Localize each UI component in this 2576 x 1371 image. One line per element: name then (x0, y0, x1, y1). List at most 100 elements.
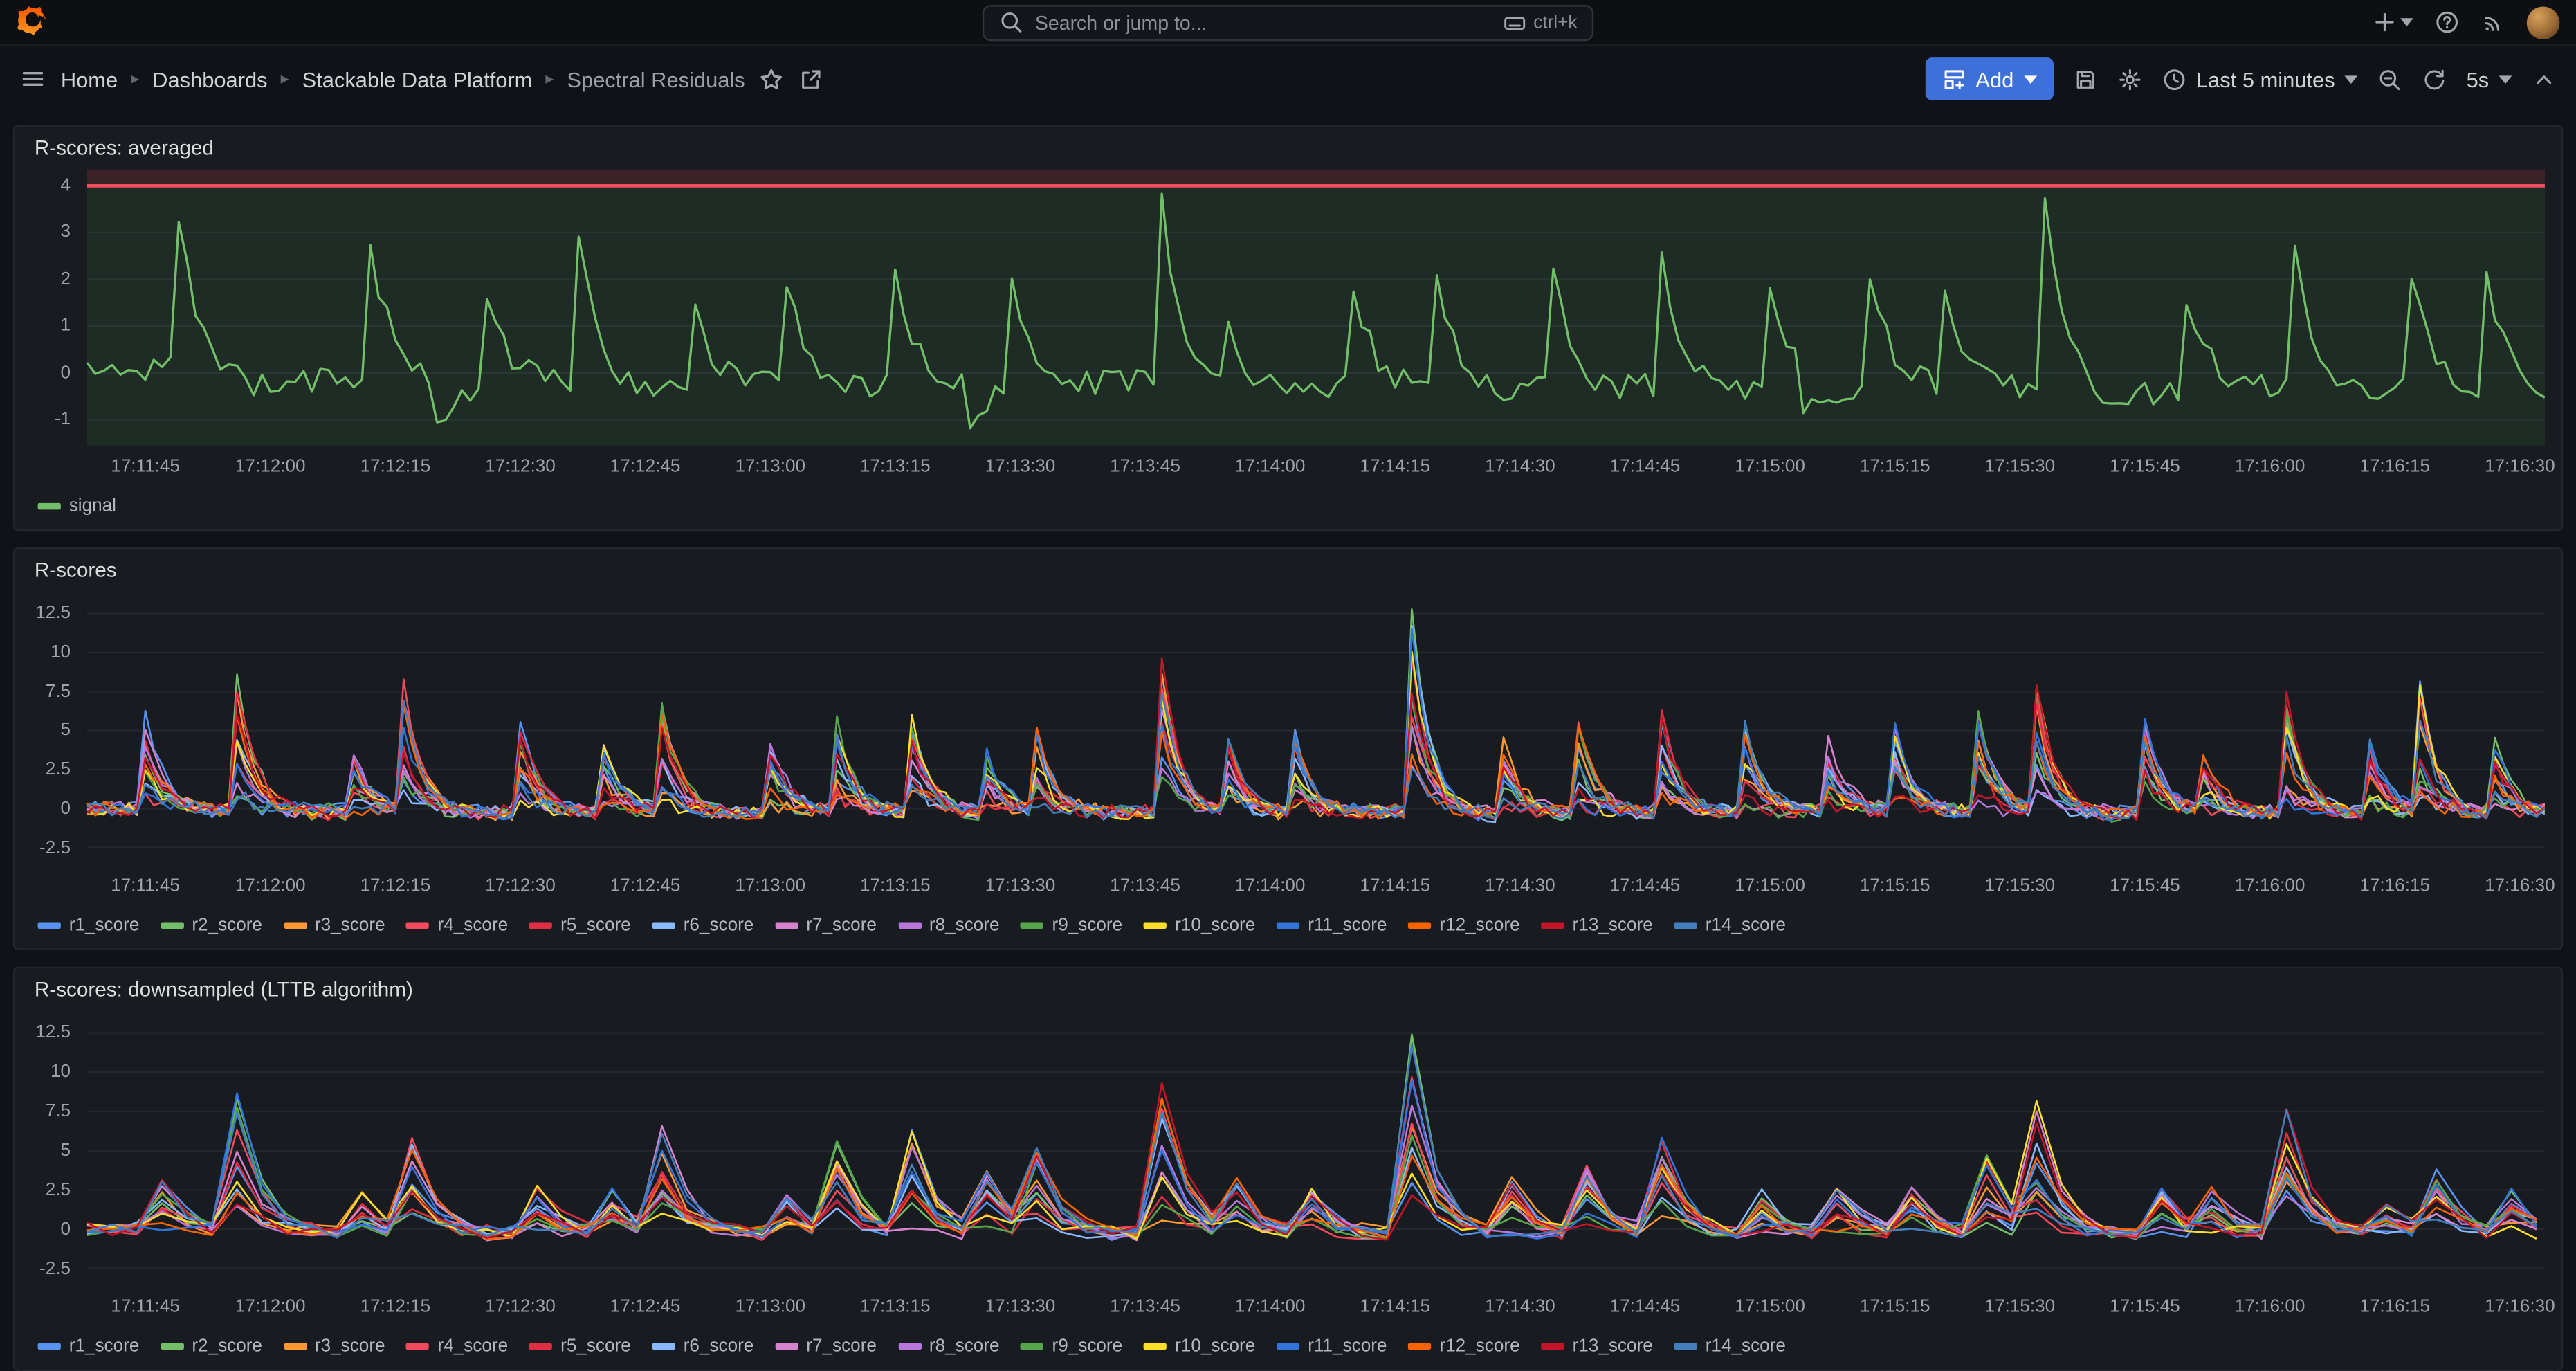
legend-item-r7_score[interactable]: r7_score (775, 1336, 877, 1356)
legend-item-r11_score[interactable]: r11_score (1277, 916, 1387, 936)
y-tick-label: 4 (61, 176, 71, 196)
x-tick-label: 17:13:15 (860, 1297, 931, 1317)
search-placeholder: Search or jump to... (1035, 10, 1492, 33)
x-tick-label: 17:15:45 (2110, 1297, 2180, 1317)
legend-item-r4_score[interactable]: r4_score (406, 1336, 508, 1356)
refresh-button[interactable] (2422, 66, 2447, 91)
save-dashboard-button[interactable] (2073, 66, 2098, 91)
legend-item-r1_score[interactable]: r1_score (38, 1336, 140, 1356)
panel-title[interactable]: R-scores (35, 559, 2545, 582)
legend-item-r14_score[interactable]: r14_score (1674, 916, 1786, 936)
legend-item-r4_score[interactable]: r4_score (406, 916, 508, 936)
dashboard-settings-button[interactable] (2117, 66, 2142, 91)
y-tick-label: 5 (61, 1141, 71, 1161)
legend-item-r10_score[interactable]: r10_score (1144, 1336, 1255, 1356)
mega-menu-button[interactable] (19, 66, 46, 92)
legend-item-r12_score[interactable]: r12_score (1408, 1336, 1519, 1356)
legend-item-r13_score[interactable]: r13_score (1541, 1336, 1652, 1356)
chart-legend: r1_score r2_score r3_score r4_score r5_score… (28, 906, 2545, 945)
dashboard-toolbar: Home ▸ Dashboards ▸ Stackable Data Platf… (0, 46, 2576, 112)
legend-swatch (775, 923, 798, 929)
chart-canvas[interactable]: 12.5107.552.50-2.5 (87, 1011, 2545, 1286)
legend-item-r5_score[interactable]: r5_score (529, 1336, 631, 1356)
panel-title[interactable]: R-scores: averaged (35, 136, 2545, 159)
chart-canvas[interactable]: 12.5107.552.50-2.5 (87, 592, 2545, 864)
legend-label: r7_score (806, 1336, 877, 1356)
legend-swatch (38, 923, 61, 929)
legend-swatch (1277, 923, 1299, 929)
x-tick-label: 17:16:15 (2359, 457, 2430, 477)
legend-item-r11_score[interactable]: r11_score (1277, 1336, 1387, 1356)
legend-label: signal (69, 496, 116, 516)
panel-title[interactable]: R-scores: downsampled (LTTB algorithm) (35, 978, 2545, 1001)
y-tick-label: 0 (61, 1219, 71, 1240)
zoom-out-icon (2377, 66, 2402, 91)
legend-swatch (161, 1343, 183, 1350)
legend-swatch (38, 503, 61, 510)
zoom-out-button[interactable] (2377, 66, 2402, 91)
x-tick-label: 17:15:15 (1860, 457, 1930, 477)
x-axis-labels: 17:11:4517:12:0017:12:1517:12:3017:12:45… (87, 454, 2545, 487)
chevron-down-icon (2400, 18, 2413, 26)
legend-item-r2_score[interactable]: r2_score (161, 916, 262, 936)
legend-swatch (1144, 1343, 1167, 1350)
news-button[interactable] (2481, 10, 2505, 35)
user-avatar[interactable] (2527, 6, 2559, 39)
legend-label: r10_score (1175, 1336, 1255, 1356)
breadcrumb-dashboards[interactable]: Dashboards (152, 66, 267, 91)
collapse-toolbar-button[interactable] (2532, 66, 2557, 91)
dashboard-grid: R-scores: averaged 43210-1 17:11:4517:12… (0, 112, 2576, 1371)
y-axis-labels: 12.5107.552.50-2.5 (28, 592, 80, 864)
favorite-button[interactable] (760, 66, 785, 91)
time-range-label: Last 5 minutes (2196, 66, 2335, 91)
legend-item-r1_score[interactable]: r1_score (38, 916, 140, 936)
x-tick-label: 17:13:30 (985, 457, 1056, 477)
legend-item-r12_score[interactable]: r12_score (1408, 916, 1519, 936)
chart-canvas[interactable]: 43210-1 (87, 170, 2545, 446)
legend-item-r2_score[interactable]: r2_score (161, 1336, 262, 1356)
legend-item-r8_score[interactable]: r8_score (898, 1336, 1000, 1356)
legend-item-r3_score[interactable]: r3_score (284, 916, 385, 936)
grafana-logo[interactable] (17, 7, 48, 38)
legend-item-r6_score[interactable]: r6_score (652, 916, 754, 936)
legend-swatch (1277, 1343, 1299, 1350)
breadcrumb-home[interactable]: Home (61, 66, 118, 91)
add-panel-button[interactable]: Add (1925, 57, 2054, 100)
x-tick-label: 17:15:15 (1860, 1297, 1930, 1317)
legend-swatch (406, 1343, 429, 1350)
share-button[interactable] (799, 66, 824, 91)
help-button[interactable] (2435, 10, 2460, 35)
new-button[interactable] (2373, 10, 2413, 35)
legend-item-r8_score[interactable]: r8_score (898, 916, 1000, 936)
legend-item-r10_score[interactable]: r10_score (1144, 916, 1255, 936)
time-range-picker[interactable]: Last 5 minutes (2162, 66, 2358, 91)
legend-item-r9_score[interactable]: r9_score (1021, 916, 1122, 936)
legend-item-r6_score[interactable]: r6_score (652, 1336, 754, 1356)
legend-item-r13_score[interactable]: r13_score (1541, 916, 1652, 936)
legend-item-r7_score[interactable]: r7_score (775, 916, 877, 936)
panel-r-scores-downsampled: R-scores: downsampled (LTTB algorithm) 1… (13, 967, 2563, 1371)
breadcrumb-folder[interactable]: Stackable Data Platform (302, 66, 533, 91)
breadcrumb-current-dashboard: Spectral Residuals (567, 66, 745, 91)
grafana-logo-icon (17, 7, 48, 38)
legend-item-r9_score[interactable]: r9_score (1021, 1336, 1122, 1356)
x-tick-label: 17:11:45 (111, 1297, 180, 1317)
legend-swatch (529, 1343, 552, 1350)
x-tick-label: 17:12:45 (610, 457, 681, 477)
legend-item-r5_score[interactable]: r5_score (529, 916, 631, 936)
legend-swatch (1674, 1343, 1697, 1350)
search-input[interactable]: Search or jump to... ctrl+k (983, 4, 1593, 40)
legend-item-r3_score[interactable]: r3_score (284, 1336, 385, 1356)
x-tick-label: 17:14:15 (1360, 876, 1430, 896)
breadcrumb: Home ▸ Dashboards ▸ Stackable Data Platf… (61, 66, 745, 91)
legend-label: r8_score (929, 1336, 1000, 1356)
chart-svg (87, 170, 2545, 446)
refresh-interval-label: 5s (2467, 66, 2490, 91)
x-tick-label: 17:12:45 (610, 1297, 681, 1317)
legend-label: r2_score (192, 1336, 262, 1356)
legend-item-signal[interactable]: signal (38, 496, 116, 516)
refresh-interval-picker[interactable]: 5s (2467, 66, 2512, 91)
panel-r-scores: R-scores 12.5107.552.50-2.5 17:11:4517:1… (13, 547, 2563, 950)
legend-item-r14_score[interactable]: r14_score (1674, 1336, 1786, 1356)
legend-swatch (1408, 1343, 1431, 1350)
